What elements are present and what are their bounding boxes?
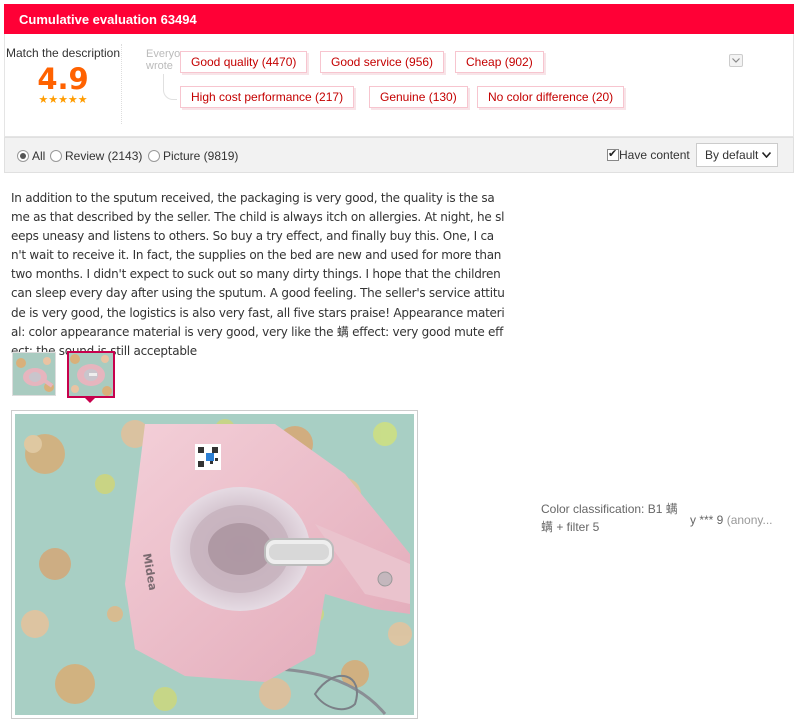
- review-text: In addition to the sputum received, the …: [11, 191, 505, 358]
- sort-dropdown-value: By default: [705, 148, 759, 162]
- thumbnail-image: [13, 353, 55, 395]
- tag-cheap[interactable]: Cheap (902): [455, 51, 544, 73]
- everyone-wrote-hint: Everyone wrote: [146, 48, 182, 72]
- tag-high-cost-performance[interactable]: High cost performance (217): [180, 86, 355, 108]
- review-photo-image: Midea: [15, 414, 414, 715]
- chevron-down-icon: [762, 152, 771, 158]
- anonymous-label: (anony...: [726, 513, 773, 527]
- filter-picture-radio[interactable]: Picture (9819): [148, 149, 238, 163]
- tag-good-service[interactable]: Good service (956): [320, 51, 445, 73]
- radio-dot-icon: [148, 150, 160, 162]
- sku-info: Color classification: B1 螨螨 + filter 5: [541, 502, 678, 534]
- review-photo[interactable]: Midea: [11, 410, 418, 719]
- radio-dot-icon: [17, 150, 29, 162]
- have-content-checkbox[interactable]: Have content: [607, 147, 690, 162]
- filter-review-label: Review (2143): [65, 149, 143, 163]
- review-filter-bar: All Review (2143) Picture (9819) Have co…: [4, 137, 794, 173]
- rating-summary: Match the description 4.9 ★★★★★ Everyone…: [4, 34, 794, 137]
- reviewer-name: y *** 9: [690, 513, 724, 527]
- tag-no-color-difference[interactable]: No color difference (20): [477, 86, 625, 108]
- sort-dropdown[interactable]: By default: [696, 143, 778, 167]
- radio-dot-icon: [50, 150, 62, 162]
- chevron-down-icon: [732, 58, 740, 63]
- tag-good-quality[interactable]: Good quality (4470): [180, 51, 308, 73]
- thumbnail-image: [69, 353, 113, 396]
- have-content-label: Have content: [619, 148, 690, 162]
- review-thumbnail-1[interactable]: [12, 352, 56, 396]
- cumulative-evaluation-header: Cumulative evaluation 63494: [4, 4, 794, 34]
- expand-tags-toggle[interactable]: [729, 54, 743, 67]
- filter-review-radio[interactable]: Review (2143): [50, 149, 142, 163]
- header-title: Cumulative evaluation 63494: [19, 12, 197, 27]
- filter-all-label: All: [32, 149, 46, 163]
- filter-picture-label: Picture (9819): [163, 149, 239, 163]
- match-score: 4.9: [37, 62, 89, 96]
- star-rating-icon: ★★★★★: [38, 94, 88, 106]
- match-description-block: Match the description 4.9 ★★★★★: [5, 44, 121, 106]
- match-description-label: Match the description: [5, 46, 121, 60]
- tag-genuine[interactable]: Genuine (130): [369, 86, 468, 108]
- reviewer-info: y *** 9 (anony...: [690, 511, 773, 529]
- filter-all-radio[interactable]: All: [17, 149, 45, 163]
- summary-divider: [121, 44, 122, 124]
- hint-connector: [163, 74, 177, 100]
- checkbox-icon: [607, 147, 619, 161]
- selected-thumbnail-pointer-icon: [85, 398, 95, 403]
- review-thumbnail-2[interactable]: [67, 351, 115, 398]
